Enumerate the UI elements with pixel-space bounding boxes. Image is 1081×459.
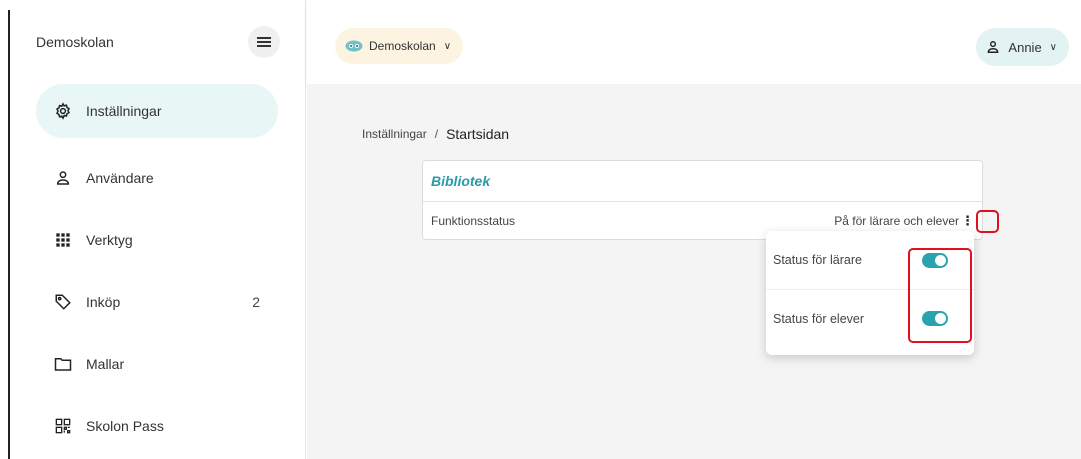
- tag-icon: [54, 293, 72, 311]
- menu-item-label: Status för lärare: [773, 253, 862, 267]
- gear-icon: [54, 102, 72, 120]
- sidebar-item-mallar[interactable]: Mallar: [10, 332, 306, 396]
- qr-icon: [54, 417, 72, 435]
- breadcrumb: Inställningar / Startsidan: [362, 126, 509, 142]
- highlight-toggles: [908, 248, 972, 343]
- menu-item-label: Status för elever: [773, 311, 865, 326]
- function-status-value: På för lärare och elever: [834, 214, 959, 228]
- count-badge: 2: [252, 294, 260, 310]
- user-menu[interactable]: Annie ∨: [976, 28, 1069, 66]
- sidebar-item-installningar[interactable]: Inställningar: [10, 84, 306, 138]
- breadcrumb-parent[interactable]: Inställningar: [362, 127, 427, 141]
- sidebar-item-verktyg[interactable]: Verktyg: [10, 208, 306, 272]
- sidebar-item-label: Användare: [86, 170, 154, 186]
- main-content: Inställningar / Startsidan Bibliotek Fun…: [307, 84, 1081, 459]
- sidebar-item-inkop[interactable]: Inköp 2: [10, 270, 306, 334]
- top-bar: Demoskolan ∨ Annie ∨: [307, 0, 1081, 84]
- sidebar-item-label: Skolon Pass: [86, 418, 164, 434]
- sidebar-item-label: Inköp: [86, 294, 121, 310]
- user-icon: [54, 169, 72, 187]
- sidebar: Demoskolan Inställningar Användare Verkt…: [10, 0, 306, 459]
- school-logo-icon: [345, 40, 363, 52]
- function-status-label: Funktionsstatus: [431, 214, 516, 228]
- sidebar-title: Demoskolan: [36, 34, 114, 50]
- card-title: Bibliotek: [423, 161, 982, 202]
- function-status-value-wrap: På för lärare och elever ⋮: [834, 213, 974, 229]
- user-icon: [988, 41, 999, 53]
- breadcrumb-separator: /: [434, 127, 439, 141]
- sidebar-item-label: Inställningar: [86, 103, 162, 119]
- sidebar-item-skolon-pass[interactable]: Skolon Pass: [10, 394, 306, 458]
- hamburger-icon[interactable]: [248, 26, 280, 58]
- user-name: Annie: [1008, 39, 1042, 55]
- sidebar-item-label: Verktyg: [86, 232, 133, 248]
- highlight-kebab: [976, 210, 999, 233]
- sidebar-nav: Inställningar Användare Verktyg Inköp 2: [10, 84, 306, 456]
- library-card: Bibliotek Funktionsstatus På för lärare …: [422, 160, 983, 240]
- sidebar-header: Demoskolan: [10, 0, 306, 84]
- sidebar-item-anvandare[interactable]: Användare: [10, 146, 306, 210]
- chevron-down-icon: ∨: [443, 40, 452, 52]
- kebab-icon[interactable]: ⋮: [961, 213, 974, 229]
- breadcrumb-current: Startsidan: [446, 126, 510, 142]
- sidebar-item-label: Mallar: [86, 356, 125, 372]
- chevron-down-icon: ∨: [1049, 41, 1057, 53]
- grid-icon: [54, 231, 72, 249]
- folder-icon: [54, 355, 72, 373]
- school-selector[interactable]: Demoskolan ∨: [335, 28, 464, 64]
- school-selector-label: Demoskolan: [369, 39, 436, 53]
